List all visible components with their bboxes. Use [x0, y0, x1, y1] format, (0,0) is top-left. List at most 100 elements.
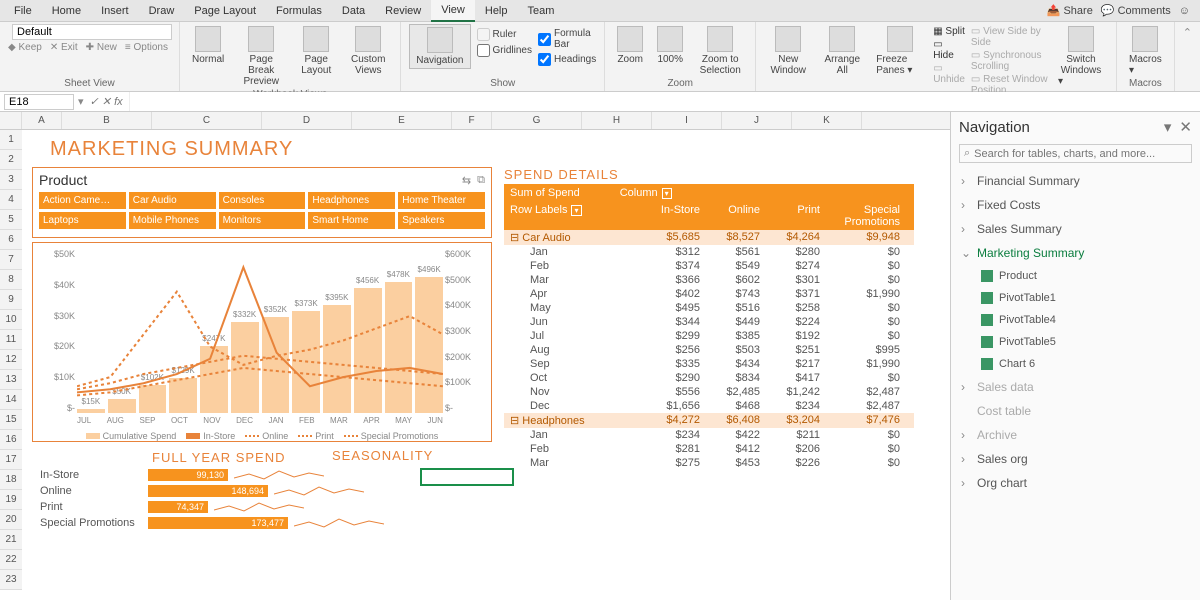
normal-view-button[interactable]: Normal	[188, 24, 228, 67]
slicer-item[interactable]: Monitors	[219, 212, 306, 229]
tab-data[interactable]: Data	[332, 1, 375, 21]
fx-icon[interactable]: ✓ ✕ fx	[84, 95, 129, 108]
pivot-row[interactable]: ⊟ Car Audio$5,685$8,527$4,264$9,948	[504, 230, 914, 245]
unhide-button[interactable]: ▭ Unhide	[933, 63, 965, 85]
formula-input[interactable]	[129, 92, 1200, 111]
pivot-row[interactable]: Nov$556$2,485$1,242$2,487	[504, 385, 914, 399]
zoom-button[interactable]: Zoom	[613, 24, 647, 67]
clear-filter-icon[interactable]: ⧉	[477, 174, 485, 187]
collapse-ribbon-icon[interactable]: ⌃	[1175, 22, 1200, 91]
switch-windows-button[interactable]: Switch Windows ▾	[1054, 24, 1108, 89]
comments-button[interactable]: 💬 Comments	[1101, 4, 1171, 17]
nav-subitem[interactable]: PivotTable4	[951, 309, 1200, 331]
column-dropdown[interactable]: Column▾	[620, 187, 672, 199]
pivot-row[interactable]: Feb$374$549$274$0	[504, 259, 914, 273]
nav-item[interactable]: ›Sales data	[951, 375, 1200, 399]
tab-formulas[interactable]: Formulas	[266, 1, 332, 21]
column-headers[interactable]: ABCDEFGHIJK	[0, 112, 950, 130]
gridlines-checkbox[interactable]: Gridlines	[477, 44, 532, 57]
macros-button[interactable]: Macros ▾	[1125, 24, 1166, 78]
share-button[interactable]: 📤 Share	[1047, 4, 1093, 17]
navpane-menu-icon[interactable]: ▾	[1164, 118, 1172, 136]
pivot-row[interactable]: Feb$281$412$206$0	[504, 442, 914, 456]
pivot-row[interactable]: May$495$516$258$0	[504, 301, 914, 315]
nav-item[interactable]: ›Org chart	[951, 471, 1200, 495]
tab-insert[interactable]: Insert	[91, 1, 139, 21]
pivot-row[interactable]: Jan$234$422$211$0	[504, 428, 914, 442]
pivot-row[interactable]: Mar$366$602$301$0	[504, 273, 914, 287]
nav-item[interactable]: ›Sales Summary	[951, 217, 1200, 241]
nav-item[interactable]: ›Sales org	[951, 447, 1200, 471]
nav-item[interactable]: ⌄Marketing Summary	[951, 241, 1200, 265]
smiley-icon[interactable]: ☺	[1179, 5, 1190, 17]
nav-item[interactable]: ›Financial Summary	[951, 169, 1200, 193]
hide-button[interactable]: ▭ Hide	[933, 39, 965, 61]
freeze-panes-button[interactable]: Freeze Panes ▾	[872, 24, 927, 78]
options-button[interactable]: ≡ Options	[125, 42, 168, 53]
tab-page-layout[interactable]: Page Layout	[184, 1, 266, 21]
combo-chart[interactable]: $50K$40K$30K$20K$10K$- $600K$500K$400K$3…	[32, 242, 492, 442]
nav-item[interactable]: ›Archive	[951, 423, 1200, 447]
tab-file[interactable]: File	[4, 1, 42, 21]
new-window-button[interactable]: New Window	[764, 24, 812, 78]
tab-team[interactable]: Team	[518, 1, 565, 21]
pivot-row[interactable]: Apr$402$743$371$1,990	[504, 287, 914, 301]
name-box[interactable]	[4, 94, 74, 110]
nav-subitem[interactable]: Product	[951, 265, 1200, 287]
headings-checkbox[interactable]: Headings	[538, 53, 596, 66]
sheetview-dropdown[interactable]	[12, 24, 172, 40]
tab-draw[interactable]: Draw	[139, 1, 185, 21]
nav-subitem[interactable]: PivotTable5	[951, 331, 1200, 353]
slicer-item[interactable]: Car Audio	[129, 192, 216, 209]
slicer-item[interactable]: Speakers	[398, 212, 485, 229]
nav-search-input[interactable]	[974, 148, 1187, 160]
tab-review[interactable]: Review	[375, 1, 431, 21]
row-headers[interactable]: 1234567891011121314151617181920212223	[0, 130, 22, 590]
pivot-row[interactable]: Aug$256$503$251$995	[504, 343, 914, 357]
slicer-item[interactable]: Headphones	[308, 192, 395, 209]
nav-subitem[interactable]: Chart 6	[951, 353, 1200, 375]
pagebreak-button[interactable]: Page Break Preview	[234, 24, 288, 89]
tab-help[interactable]: Help	[475, 1, 518, 21]
split-button[interactable]: ▦ Split	[933, 26, 965, 37]
slicer-item[interactable]: Action Came…	[39, 192, 126, 209]
pivot-table[interactable]: SPEND DETAILS Sum of Spend Column▾ Row L…	[504, 167, 914, 531]
tab-view[interactable]: View	[431, 0, 475, 22]
nav-search[interactable]: ⌕	[959, 144, 1192, 163]
tab-home[interactable]: Home	[42, 1, 91, 21]
pagelayout-button[interactable]: Page Layout	[294, 24, 338, 78]
keep-button[interactable]: ◆ Keep	[8, 42, 42, 53]
zoom-selection-button[interactable]: Zoom to Selection	[693, 24, 747, 78]
pivot-row[interactable]: Jan$312$561$280$0	[504, 245, 914, 259]
customviews-button[interactable]: Custom Views	[344, 24, 392, 78]
navpane-close-icon[interactable]: ✕	[1179, 118, 1192, 136]
pivot-row[interactable]: Mar$275$453$226$0	[504, 456, 914, 470]
arrange-all-button[interactable]: Arrange All	[818, 24, 866, 78]
product-slicer[interactable]: Product ⇆⧉ Action Came…Car AudioConsoles…	[32, 167, 492, 238]
pivot-row[interactable]: Dec$1,656$468$234$2,487	[504, 399, 914, 413]
fys-label: Online	[32, 485, 142, 497]
worksheet[interactable]: ABCDEFGHIJK 1234567891011121314151617181…	[0, 112, 950, 600]
new-button[interactable]: ✚ New	[86, 42, 117, 53]
slicer-item[interactable]: Mobile Phones	[129, 212, 216, 229]
multiselect-icon[interactable]: ⇆	[462, 174, 471, 187]
ruler-checkbox[interactable]: Ruler	[477, 28, 532, 41]
row-labels-dropdown[interactable]: Row Labels▾	[510, 204, 640, 228]
slicer-item[interactable]: Consoles	[219, 192, 306, 209]
pivot-row[interactable]: Jun$344$449$224$0	[504, 315, 914, 329]
pivot-row[interactable]: Jul$299$385$192$0	[504, 329, 914, 343]
zoom100-button[interactable]: 100%	[653, 24, 687, 67]
slicer-item[interactable]: Smart Home	[308, 212, 395, 229]
formulabar-checkbox[interactable]: Formula Bar	[538, 28, 596, 50]
exit-button[interactable]: ✕ Exit	[50, 42, 78, 53]
nav-item[interactable]: Cost table	[951, 399, 1200, 423]
pivot-row[interactable]: Sep$335$434$217$1,990	[504, 357, 914, 371]
navigation-button[interactable]: Navigation	[409, 24, 470, 69]
slicer-item[interactable]: Home Theater	[398, 192, 485, 209]
pivot-row[interactable]: Oct$290$834$417$0	[504, 371, 914, 385]
pivot-row[interactable]: ⊟ Headphones$4,272$6,408$3,204$7,476	[504, 413, 914, 428]
fys-label: In-Store	[32, 469, 142, 481]
nav-subitem[interactable]: PivotTable1	[951, 287, 1200, 309]
slicer-item[interactable]: Laptops	[39, 212, 126, 229]
nav-item[interactable]: ›Fixed Costs	[951, 193, 1200, 217]
